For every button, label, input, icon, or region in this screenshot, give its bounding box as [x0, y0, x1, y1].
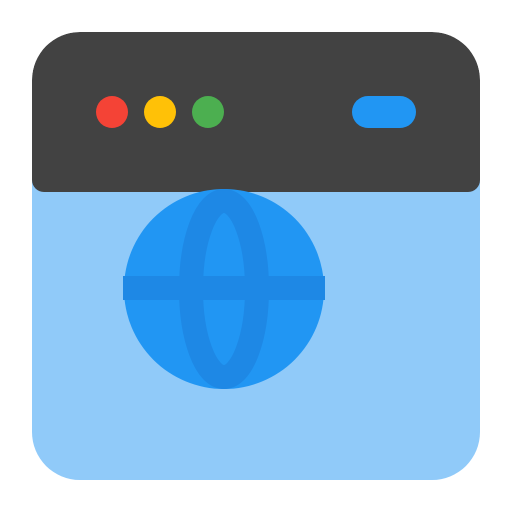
globe-icon — [123, 189, 325, 389]
browser-titlebar — [32, 32, 480, 192]
address-pill-icon — [352, 96, 416, 128]
minimize-dot-icon — [144, 96, 176, 128]
globe-equator-line — [123, 276, 325, 300]
browser-globe-icon — [0, 0, 512, 512]
close-dot-icon — [96, 96, 128, 128]
maximize-dot-icon — [192, 96, 224, 128]
